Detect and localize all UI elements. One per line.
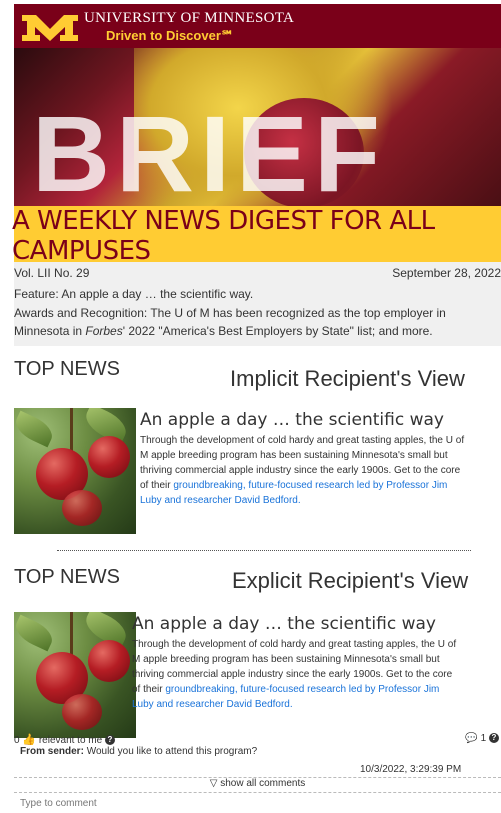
comment-text: Would you like to attend this program?	[86, 746, 258, 757]
comment-from-label: From sender:	[20, 746, 84, 757]
apple-shape	[88, 436, 130, 478]
implicit-view-label: Implicit Recipient's View	[230, 366, 465, 391]
story-link[interactable]: groundbreaking, future-focused research …	[140, 480, 447, 506]
section-title-top-news: TOP NEWS	[14, 566, 120, 588]
story-title[interactable]: An apple a day … the scientific way	[132, 614, 436, 634]
brief-wordmark: BRIEF	[32, 93, 386, 207]
explicit-view-label: Explicit Recipient's View	[232, 568, 469, 593]
section-title-top-news: TOP NEWS	[14, 358, 120, 380]
leaf-shape	[14, 614, 57, 652]
comment-bubble-icon: 💬	[465, 733, 478, 744]
hero-banner: BRIEF	[14, 48, 501, 206]
comment-timestamp: 10/3/2022, 3:29:39 PM	[360, 764, 462, 775]
awards-forbes: Forbes	[85, 324, 123, 338]
awards-text-end: ' 2022 "America's Best Employers by Stat…	[122, 324, 433, 338]
issue-date: September 28, 2022	[392, 266, 501, 280]
tagline: Driven to Discover℠	[106, 28, 235, 43]
story-title[interactable]: An apple a day … the scientific way	[140, 410, 444, 430]
comment-body: From sender: Would you like to attend th…	[20, 746, 257, 757]
comment-counter[interactable]: 💬 1 ?	[465, 733, 499, 744]
story-body: Through the development of cold hardy an…	[140, 433, 470, 508]
apple-thumbnail[interactable]	[14, 408, 136, 534]
digest-title: A WEEKLY NEWS DIGEST FOR ALL CAMPUSES	[12, 206, 435, 266]
apple-shape	[62, 490, 102, 526]
story-link[interactable]: groundbreaking, future-focused research …	[132, 684, 439, 710]
apple-thumbnail[interactable]	[14, 612, 136, 738]
issue-awards: Awards and Recognition: The U of M has b…	[14, 304, 501, 340]
apple-shape	[62, 694, 102, 730]
comment-count-value: 1	[480, 733, 487, 744]
apple-shape	[88, 640, 130, 682]
issue-meta: Vol. LII No. 29 September 28, 2022 Featu…	[14, 262, 501, 346]
digest-banner: A WEEKLY NEWS DIGEST FOR ALL CAMPUSES	[12, 206, 501, 266]
story-body: Through the development of cold hardy an…	[132, 637, 462, 712]
help-icon[interactable]: ?	[489, 733, 499, 744]
leaf-shape	[14, 410, 57, 448]
section-divider	[57, 550, 471, 551]
issue-volume: Vol. LII No. 29	[14, 266, 90, 280]
umn-header: UNIVERSITY OF MINNESOTA Driven to Discov…	[14, 4, 501, 48]
show-all-comments-link[interactable]: ▽ show all comments	[14, 778, 501, 793]
issue-feature: Feature: An apple a day … the scientific…	[14, 287, 254, 301]
comment-input[interactable]	[14, 794, 501, 812]
comment-item: From sender: Would you like to attend th…	[14, 744, 501, 778]
university-name: UNIVERSITY OF MINNESOTA	[84, 10, 295, 26]
umn-block-m-logo	[22, 15, 78, 41]
